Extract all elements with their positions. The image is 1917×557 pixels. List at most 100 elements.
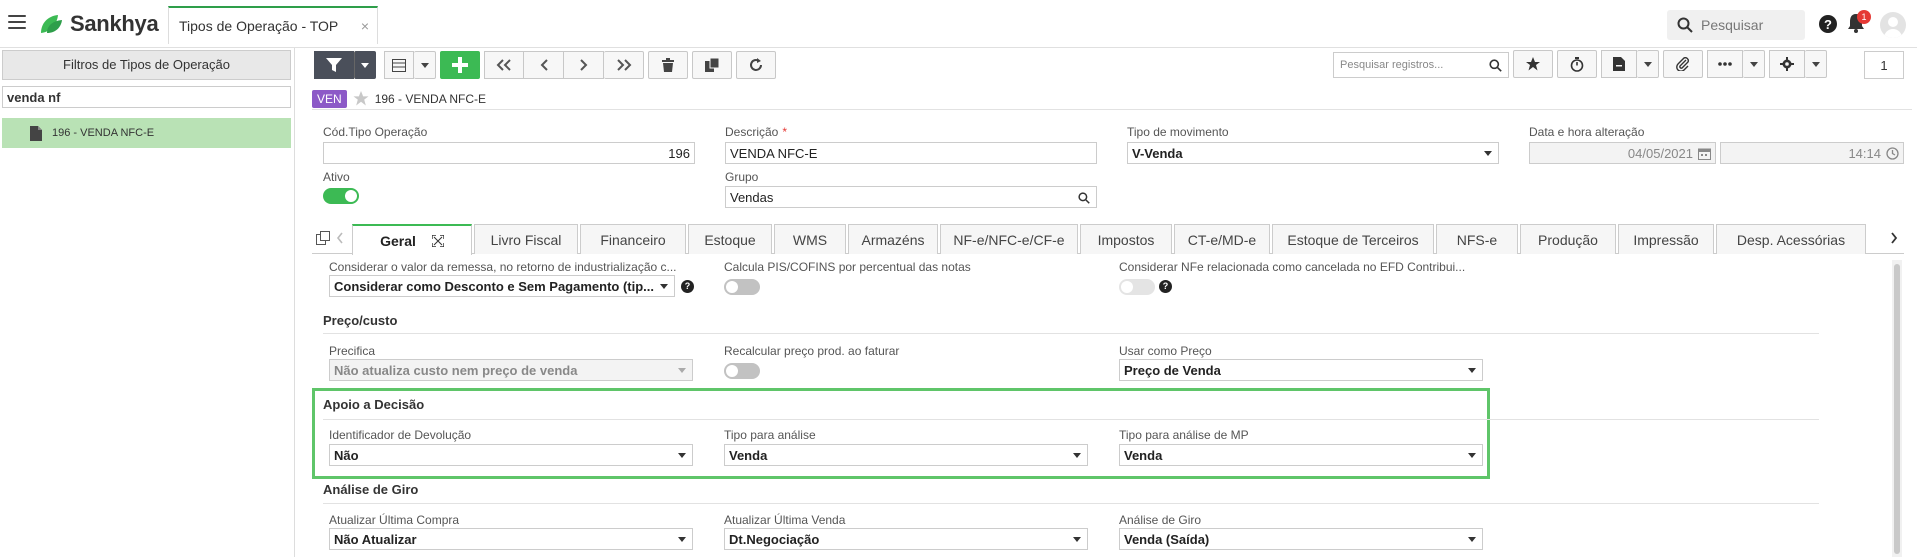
- report-icon: [1613, 57, 1625, 71]
- cod-label: Cód.Tipo Operação: [323, 125, 428, 139]
- last-record-button[interactable]: [604, 51, 644, 79]
- tab-cte[interactable]: CT-e/MD-e: [1174, 224, 1270, 254]
- record-header: VEN 196 - VENDA NFC-E: [312, 88, 1912, 110]
- cod-field[interactable]: 196: [323, 142, 695, 164]
- avatar[interactable]: [1880, 12, 1906, 38]
- tab-livro-fiscal[interactable]: Livro Fiscal: [474, 224, 578, 254]
- menu-icon[interactable]: [8, 15, 26, 29]
- first-record-button[interactable]: [484, 51, 524, 79]
- more-options-dropdown-button[interactable]: [1743, 50, 1765, 78]
- help-icon[interactable]: ?: [1159, 280, 1172, 293]
- desc-field[interactable]: VENDA NFC-E: [725, 142, 1097, 164]
- content-scrollbar[interactable]: [1892, 260, 1902, 557]
- timer-button[interactable]: [1557, 50, 1597, 78]
- tipo-mov-select[interactable]: V-Venda: [1127, 142, 1499, 164]
- tipo-mov-value: V-Venda: [1132, 145, 1183, 161]
- duplicate-button[interactable]: [692, 51, 732, 79]
- recalc-toggle[interactable]: [724, 363, 760, 379]
- help-icon[interactable]: ?: [681, 280, 694, 293]
- more-options-button[interactable]: [1707, 50, 1743, 78]
- previous-record-button[interactable]: [524, 51, 564, 79]
- tab-tipos-operacao[interactable]: Tipos de Operação - TOP ×: [168, 6, 378, 44]
- copy-icon[interactable]: [316, 231, 330, 245]
- tab-wms[interactable]: WMS: [774, 224, 846, 254]
- tab-estoque[interactable]: Estoque: [688, 224, 772, 254]
- ativo-toggle[interactable]: [323, 188, 359, 204]
- time-field[interactable]: 14:14: [1720, 142, 1904, 164]
- tab-estoque-terceiros[interactable]: Estoque de Terceiros: [1272, 224, 1434, 254]
- chevron-down-icon: [678, 453, 686, 458]
- tipo-mp-select[interactable]: Venda: [1119, 444, 1483, 466]
- brand-logo[interactable]: Sankhya: [38, 11, 159, 37]
- tab-nfe[interactable]: NF-e/NFC-e/CF-e: [940, 224, 1078, 254]
- document-icon: [30, 125, 42, 141]
- usar-preco-label: Usar como Preço: [1119, 344, 1212, 358]
- attachments-button[interactable]: [1663, 50, 1703, 78]
- tab-impressao[interactable]: Impressão: [1618, 224, 1714, 254]
- nfe-toggle[interactable]: [1119, 279, 1155, 295]
- pis-label: Calcula PIS/COFINS por percentual das no…: [724, 260, 971, 274]
- time-value: 14:14: [1848, 145, 1881, 161]
- favorite-button[interactable]: [1513, 50, 1553, 78]
- grid-view-button[interactable]: [384, 51, 414, 79]
- required-mark: *: [782, 125, 788, 139]
- reports-button[interactable]: [1601, 50, 1637, 78]
- ult-venda-label: Atualizar Última Venda: [724, 513, 846, 527]
- chevron-down-icon: [1749, 61, 1758, 67]
- tab-producao[interactable]: Produção: [1520, 224, 1616, 254]
- refresh-icon: [750, 58, 762, 71]
- tab-geral[interactable]: Geral: [352, 224, 472, 255]
- tab-financeiro[interactable]: Financeiro: [580, 224, 686, 254]
- tab-impostos[interactable]: Impostos: [1080, 224, 1172, 254]
- usar-preco-select[interactable]: Preço de Venda: [1119, 359, 1483, 381]
- cod-value: 196: [668, 145, 690, 161]
- ult-compra-select[interactable]: Não Atualizar: [329, 528, 693, 550]
- next-record-button[interactable]: [564, 51, 604, 79]
- filter-button[interactable]: [314, 51, 354, 79]
- close-icon[interactable]: ×: [361, 18, 369, 34]
- analise-giro-select[interactable]: Venda (Saída): [1119, 528, 1483, 550]
- search-icon[interactable]: [1078, 192, 1090, 204]
- ident-dev-select[interactable]: Não: [329, 444, 693, 466]
- star-icon[interactable]: [353, 91, 369, 106]
- tab-armazens[interactable]: Armazéns: [848, 224, 938, 254]
- filter-input[interactable]: [2, 86, 291, 108]
- expand-icon[interactable]: [431, 234, 444, 247]
- refresh-button[interactable]: [736, 51, 776, 79]
- pis-toggle[interactable]: [724, 279, 760, 295]
- tab-desp-acessorias[interactable]: Desp. Acessórias: [1716, 224, 1866, 254]
- brand-name: Sankhya: [70, 11, 159, 36]
- chevron-down-icon: [678, 368, 686, 373]
- chevron-down-icon: [1468, 537, 1476, 542]
- divider: [323, 503, 1819, 504]
- settings-dropdown-button[interactable]: [1805, 50, 1827, 78]
- tipo-analise-select[interactable]: Venda: [724, 444, 1088, 466]
- tab-nfse[interactable]: NFS-e: [1436, 224, 1518, 254]
- chevron-right-icon[interactable]: [1890, 232, 1898, 244]
- help-icon[interactable]: ?: [1818, 14, 1838, 34]
- global-search[interactable]: Pesquisar: [1667, 10, 1805, 40]
- chevron-left-icon[interactable]: [336, 232, 344, 244]
- divider: [323, 333, 1819, 334]
- list-item-label: 196 - VENDA NFC-E: [52, 127, 155, 139]
- precifica-value: Não atualiza custo nem preço de venda: [334, 362, 578, 378]
- filter-panel-title[interactable]: Filtros de Tipos de Operação: [2, 50, 291, 80]
- precifica-select[interactable]: Não atualiza custo nem preço de venda: [329, 359, 693, 381]
- remessa-select[interactable]: Considerar como Desconto e Sem Pagamento…: [329, 275, 675, 297]
- grupo-label: Grupo: [725, 170, 759, 184]
- filter-dropdown-button[interactable]: [354, 51, 376, 79]
- settings-button[interactable]: [1769, 50, 1805, 78]
- view-dropdown-button[interactable]: [414, 51, 436, 79]
- list-item[interactable]: 196 - VENDA NFC-E: [2, 118, 291, 148]
- ult-venda-select[interactable]: Dt.Negociação: [724, 528, 1088, 550]
- nfe-label: Considerar NFe relacionada como cancelad…: [1119, 260, 1466, 274]
- page-number[interactable]: 1: [1864, 51, 1904, 79]
- record-search-input[interactable]: Pesquisar registros...: [1333, 52, 1509, 78]
- add-record-button[interactable]: [440, 51, 480, 79]
- grupo-field[interactable]: Vendas: [725, 186, 1097, 208]
- date-field[interactable]: 04/05/2021: [1529, 142, 1716, 164]
- clock-icon[interactable]: [1886, 147, 1899, 160]
- delete-button[interactable]: [648, 51, 688, 79]
- reports-dropdown-button[interactable]: [1637, 50, 1659, 78]
- calendar-icon[interactable]: [1698, 147, 1711, 160]
